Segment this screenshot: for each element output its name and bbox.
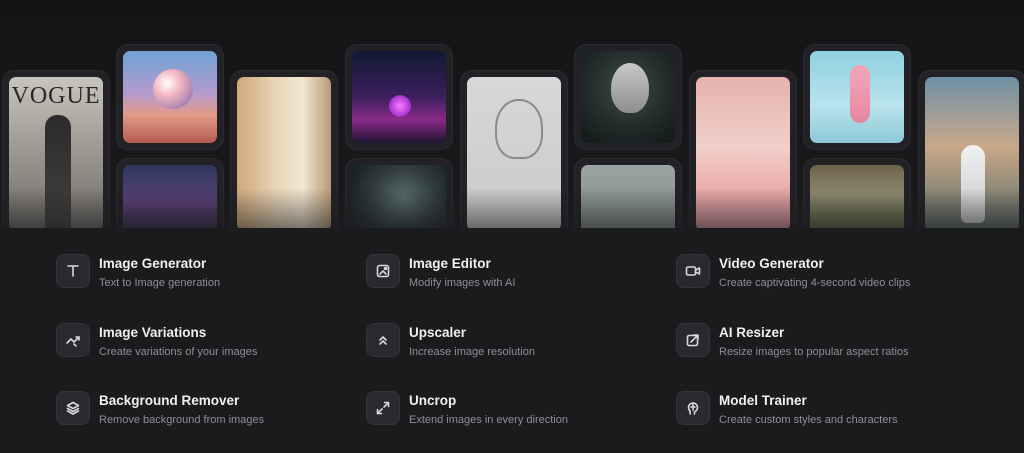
image-edit-icon xyxy=(366,254,400,288)
gallery-image-sketch[interactable] xyxy=(460,70,568,228)
feature-title: Image Editor xyxy=(409,256,491,271)
feature-description: Extend images in every direction xyxy=(409,414,568,426)
feature-ai-resizer[interactable]: AI Resizer Resize images to popular aspe… xyxy=(676,323,976,359)
feature-title: Video Generator xyxy=(719,256,824,271)
gallery-image-blue-figure[interactable] xyxy=(116,158,224,228)
gallery-image-cyber[interactable] xyxy=(345,44,453,150)
feature-image-variations[interactable]: Image Variations Create variations of yo… xyxy=(56,323,356,359)
brain-icon xyxy=(676,391,710,425)
expand-icon xyxy=(366,391,400,425)
chevrons-up-icon xyxy=(366,323,400,357)
gallery-image-face[interactable] xyxy=(345,158,453,228)
gallery-image-fog[interactable] xyxy=(574,158,682,228)
feature-model-trainer[interactable]: Model Trainer Create custom styles and c… xyxy=(676,391,976,427)
video-camera-icon xyxy=(676,254,710,288)
gallery-image-vogue[interactable]: VOGUE xyxy=(2,70,110,228)
shuffle-icon xyxy=(56,323,90,357)
feature-description: Create variations of your images xyxy=(99,346,258,358)
layers-icon xyxy=(56,391,90,425)
gallery-image-astronaut[interactable] xyxy=(918,70,1024,228)
feature-background-remover[interactable]: Background Remover Remove background fro… xyxy=(56,391,356,427)
image-gallery: VOGUE xyxy=(0,0,1024,228)
feature-description: Increase image resolution xyxy=(409,346,535,358)
gallery-image-orb[interactable] xyxy=(116,44,224,150)
text-t-icon xyxy=(56,254,90,288)
gallery-image-glass-figure[interactable] xyxy=(803,44,911,150)
feature-title: Image Variations xyxy=(99,325,207,340)
gallery-image-pink-room[interactable] xyxy=(689,70,797,228)
feature-uncrop[interactable]: Uncrop Extend images in every direction xyxy=(366,391,666,427)
feature-description: Resize images to popular aspect ratios xyxy=(719,346,909,358)
resize-icon xyxy=(676,323,710,357)
feature-title: Image Generator xyxy=(99,256,207,271)
feature-image-editor[interactable]: Image Editor Modify images with AI xyxy=(366,254,666,290)
feature-title: Uncrop xyxy=(409,393,457,408)
gallery-image-greenhouse[interactable] xyxy=(803,158,911,228)
vogue-logo-text: VOGUE xyxy=(11,83,101,109)
feature-title: Upscaler xyxy=(409,325,467,340)
feature-title: AI Resizer xyxy=(719,325,785,340)
feature-image-generator[interactable]: Image Generator Text to Image generation xyxy=(56,254,356,290)
feature-video-generator[interactable]: Video Generator Create captivating 4-sec… xyxy=(676,254,976,290)
feature-description: Create captivating 4-second video clips xyxy=(719,277,911,289)
gallery-image-alien[interactable] xyxy=(574,44,682,150)
feature-description: Text to Image generation xyxy=(99,277,221,289)
feature-description: Modify images with AI xyxy=(409,277,516,289)
feature-description: Remove background from images xyxy=(99,414,265,426)
feature-description: Create custom styles and characters xyxy=(719,414,898,426)
feature-title: Background Remover xyxy=(99,393,240,408)
feature-upscaler[interactable]: Upscaler Increase image resolution xyxy=(366,323,666,359)
feature-title: Model Trainer xyxy=(719,393,807,408)
gallery-image-room[interactable] xyxy=(230,70,338,228)
